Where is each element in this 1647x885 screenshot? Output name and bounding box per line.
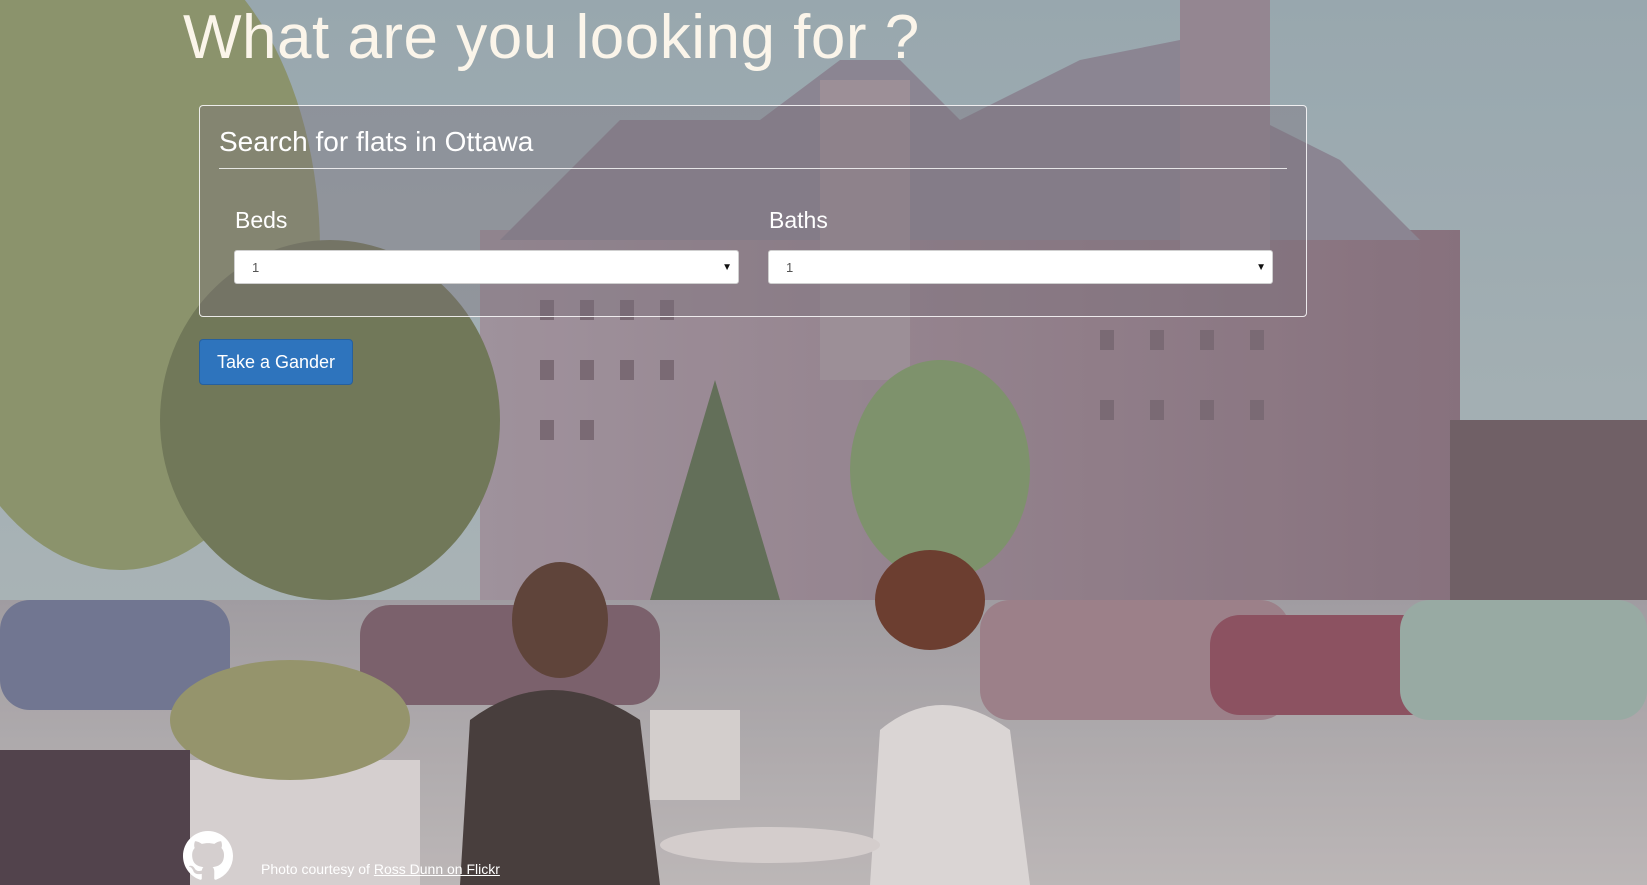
beds-select[interactable]: 1 ▼: [234, 250, 739, 284]
take-a-gander-button[interactable]: Take a Gander: [199, 339, 353, 385]
page-headline: What are you looking for ?: [183, 3, 920, 72]
search-panel: Search for flats in Ottawa Beds 1 ▼ Bath…: [199, 105, 1307, 317]
baths-selected-value: 1: [786, 260, 794, 275]
photo-credit: Photo courtesy of Ross Dunn on Flickr: [261, 861, 500, 877]
photo-credit-link[interactable]: Ross Dunn on Flickr: [374, 861, 500, 877]
chevron-down-icon: ▼: [722, 262, 732, 273]
photo-credit-prefix: Photo courtesy of: [261, 861, 374, 877]
baths-select[interactable]: 1 ▼: [768, 250, 1273, 284]
chevron-down-icon: ▼: [1256, 262, 1266, 273]
beds-selected-value: 1: [252, 260, 260, 275]
github-octocat-icon[interactable]: [183, 831, 233, 881]
search-panel-title: Search for flats in Ottawa: [219, 126, 534, 157]
beds-label: Beds: [235, 207, 288, 233]
baths-label: Baths: [769, 207, 828, 233]
panel-divider: [219, 168, 1287, 169]
page: What are you looking for ? Search for fl…: [0, 0, 1647, 885]
